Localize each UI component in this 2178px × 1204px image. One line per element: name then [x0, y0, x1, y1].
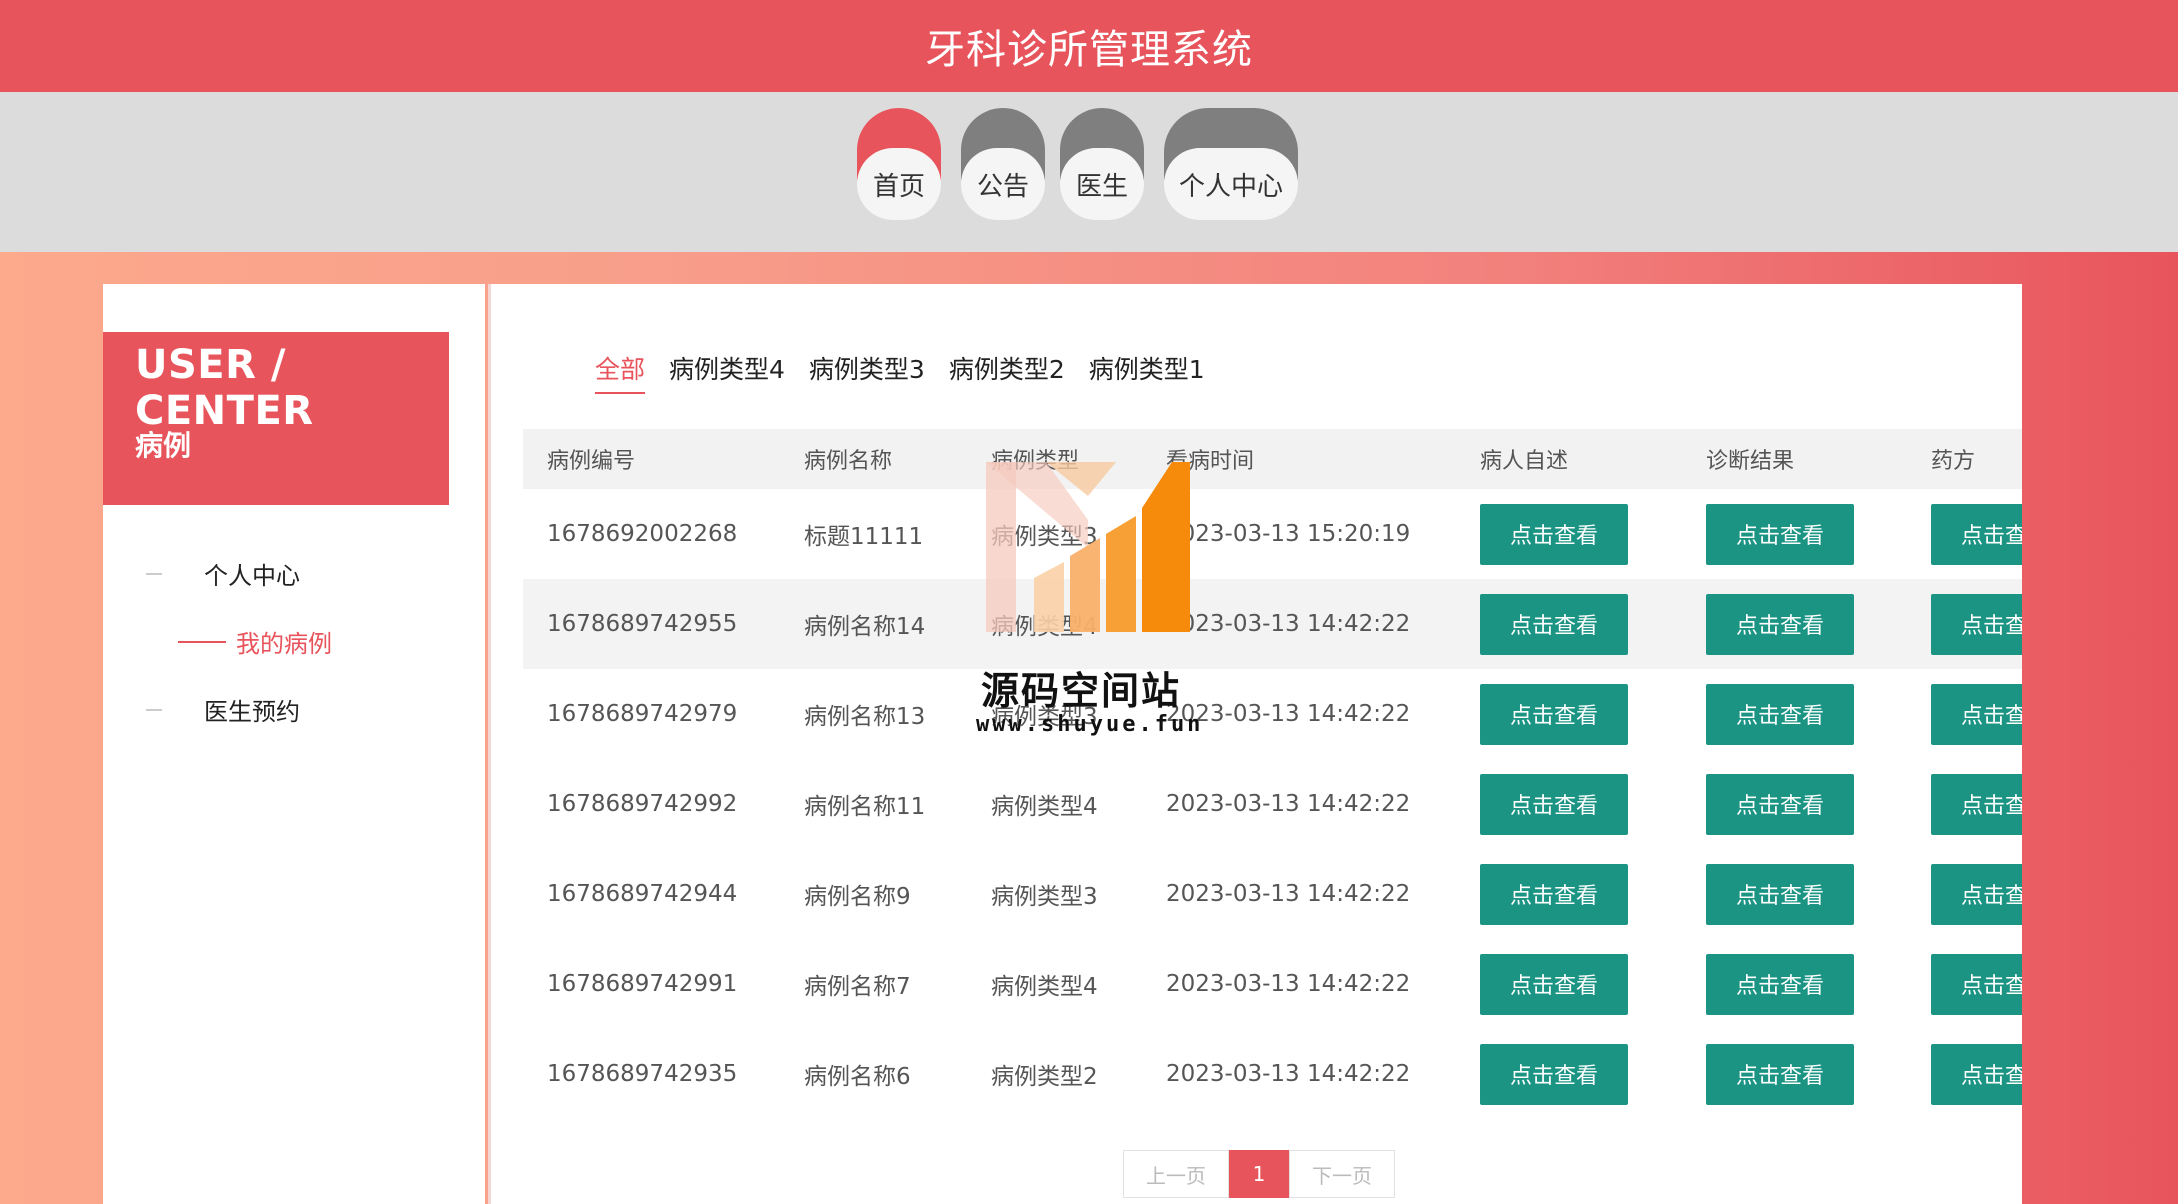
- view-diagnosis-button[interactable]: 点击查看: [1706, 863, 1854, 925]
- col-header-type: 病例类型: [991, 449, 1080, 474]
- nav-doctor[interactable]: 医生: [1060, 108, 1144, 220]
- col-header-prescription: 药方: [1931, 449, 1976, 474]
- cell-time: 2023-03-13 14:42:22: [1166, 971, 1411, 997]
- cell-name: 病例名称11: [804, 794, 926, 820]
- cell-id: 1678689742991: [547, 971, 738, 997]
- current-page-button[interactable]: 1: [1229, 1150, 1289, 1198]
- nav-user-center[interactable]: 个人中心: [1164, 108, 1298, 220]
- cell-time: 2023-03-13 14:42:22: [1166, 701, 1411, 727]
- nav-doctor-label: 医生: [1060, 148, 1144, 220]
- top-header: 牙科诊所管理系统: [0, 0, 2178, 92]
- sidebar-item-label: 个人中心: [204, 562, 300, 590]
- dash-icon: [146, 572, 162, 575]
- table-row: 1678689742979 病例名称13 病例类型3 2023-03-13 14…: [523, 669, 2022, 759]
- dash-icon: [146, 708, 162, 711]
- cell-id: 1678689742955: [547, 611, 738, 637]
- view-self-report-button[interactable]: 点击查看: [1480, 953, 1628, 1015]
- tab-type-4[interactable]: 病例类型4: [669, 350, 785, 394]
- col-header-self-report: 病人自述: [1480, 449, 1569, 474]
- table-row: 1678689742955 病例名称14 病例类型4 2023-03-13 14…: [523, 579, 2022, 669]
- nav-notice-label: 公告: [961, 148, 1045, 220]
- cell-name: 病例名称14: [804, 614, 926, 640]
- view-diagnosis-button[interactable]: 点击查看: [1706, 503, 1854, 565]
- cell-id: 1678692002268: [547, 521, 738, 547]
- dash-icon: [178, 640, 226, 643]
- sidebar-item-doctor-booking[interactable]: 医生预约: [146, 692, 300, 727]
- view-diagnosis-button[interactable]: 点击查看: [1706, 953, 1854, 1015]
- col-header-diagnosis: 诊断结果: [1706, 449, 1795, 474]
- cell-type: 病例类型4: [991, 614, 1098, 640]
- sidebar-item-label: 我的病例: [236, 630, 332, 658]
- cell-name: 病例名称9: [804, 884, 911, 910]
- table-row: 1678689742991 病例名称7 病例类型4 2023-03-13 14:…: [523, 939, 2022, 1029]
- pagination: 上一页 1 下一页: [1123, 1150, 1395, 1198]
- nav-home-label: 首页: [857, 148, 941, 220]
- case-table: 病例编号 病例名称 病例类型 看病时间 病人自述 诊断结果 药方 1678692…: [523, 429, 2022, 1119]
- cell-id: 1678689742979: [547, 701, 738, 727]
- sidebar-item-my-cases[interactable]: 我的病例: [178, 624, 332, 659]
- view-self-report-button[interactable]: 点击查看: [1480, 593, 1628, 655]
- sidebar-item-label: 医生预约: [204, 698, 300, 726]
- col-header-id: 病例编号: [547, 449, 636, 474]
- cell-name: 病例名称13: [804, 704, 926, 730]
- cell-type: 病例类型3: [991, 884, 1098, 910]
- nav-user-center-label: 个人中心: [1164, 148, 1298, 220]
- col-header-time: 看病时间: [1166, 449, 1255, 474]
- view-prescription-button[interactable]: 点击查看: [1931, 1043, 2022, 1105]
- user-center-title: USER / CENTER: [135, 342, 314, 434]
- view-self-report-button[interactable]: 点击查看: [1480, 503, 1628, 565]
- view-self-report-button[interactable]: 点击查看: [1480, 863, 1628, 925]
- next-page-button[interactable]: 下一页: [1289, 1150, 1395, 1198]
- table-row: 1678692002268 标题11111 病例类型3 2023-03-13 1…: [523, 489, 2022, 579]
- main-panel: 全部 病例类型4 病例类型3 病例类型2 病例类型1 病例编号 病例名称 病例类…: [488, 284, 2022, 1204]
- table-row: 1678689742992 病例名称11 病例类型4 2023-03-13 14…: [523, 759, 2022, 849]
- view-prescription-button[interactable]: 点击查看: [1931, 863, 2022, 925]
- nav-notice[interactable]: 公告: [961, 108, 1045, 220]
- tab-type-2[interactable]: 病例类型2: [949, 350, 1065, 394]
- cell-type: 病例类型2: [991, 1064, 1098, 1090]
- cell-type: 病例类型3: [991, 524, 1098, 550]
- tab-type-3[interactable]: 病例类型3: [809, 350, 925, 394]
- sidebar-item-user-center[interactable]: 个人中心: [146, 556, 300, 591]
- view-prescription-button[interactable]: 点击查看: [1931, 953, 2022, 1015]
- app-title: 牙科诊所管理系统: [925, 27, 1253, 73]
- view-prescription-button[interactable]: 点击查看: [1931, 503, 2022, 565]
- cell-id: 1678689742944: [547, 881, 738, 907]
- view-self-report-button[interactable]: 点击查看: [1480, 683, 1628, 745]
- user-center-subtitle: 病例: [135, 429, 192, 462]
- cell-type: 病例类型4: [991, 974, 1098, 1000]
- tab-type-1[interactable]: 病例类型1: [1089, 350, 1205, 394]
- case-type-tabs: 全部 病例类型4 病例类型3 病例类型2 病例类型1: [595, 350, 1205, 394]
- prev-page-button[interactable]: 上一页: [1123, 1150, 1229, 1198]
- cell-time: 2023-03-13 14:42:22: [1166, 611, 1411, 637]
- cell-time: 2023-03-13 14:42:22: [1166, 881, 1411, 907]
- view-diagnosis-button[interactable]: 点击查看: [1706, 1043, 1854, 1105]
- table-row: 1678689742935 病例名称6 病例类型2 2023-03-13 14:…: [523, 1029, 2022, 1119]
- cell-time: 2023-03-13 14:42:22: [1166, 791, 1411, 817]
- view-diagnosis-button[interactable]: 点击查看: [1706, 593, 1854, 655]
- table-row: 1678689742944 病例名称9 病例类型3 2023-03-13 14:…: [523, 849, 2022, 939]
- cell-time: 2023-03-13 14:42:22: [1166, 1061, 1411, 1087]
- view-self-report-button[interactable]: 点击查看: [1480, 1043, 1628, 1105]
- table-header-row: 病例编号 病例名称 病例类型 看病时间 病人自述 诊断结果 药方: [523, 429, 2022, 489]
- user-center-banner: USER / CENTER 病例: [103, 332, 449, 505]
- cell-id: 1678689742992: [547, 791, 738, 817]
- cell-type: 病例类型3: [991, 704, 1098, 730]
- cell-id: 1678689742935: [547, 1061, 738, 1087]
- cell-time: 2023-03-13 15:20:19: [1166, 521, 1411, 547]
- tab-all[interactable]: 全部: [595, 350, 646, 394]
- view-prescription-button[interactable]: 点击查看: [1931, 593, 2022, 655]
- cell-name: 标题11111: [804, 524, 924, 550]
- nav-home[interactable]: 首页: [857, 108, 941, 220]
- col-header-name: 病例名称: [804, 449, 893, 474]
- view-prescription-button[interactable]: 点击查看: [1931, 683, 2022, 745]
- cell-type: 病例类型4: [991, 794, 1098, 820]
- view-self-report-button[interactable]: 点击查看: [1480, 773, 1628, 835]
- cell-name: 病例名称6: [804, 1064, 911, 1090]
- view-prescription-button[interactable]: 点击查看: [1931, 773, 2022, 835]
- view-diagnosis-button[interactable]: 点击查看: [1706, 773, 1854, 835]
- cell-name: 病例名称7: [804, 974, 911, 1000]
- view-diagnosis-button[interactable]: 点击查看: [1706, 683, 1854, 745]
